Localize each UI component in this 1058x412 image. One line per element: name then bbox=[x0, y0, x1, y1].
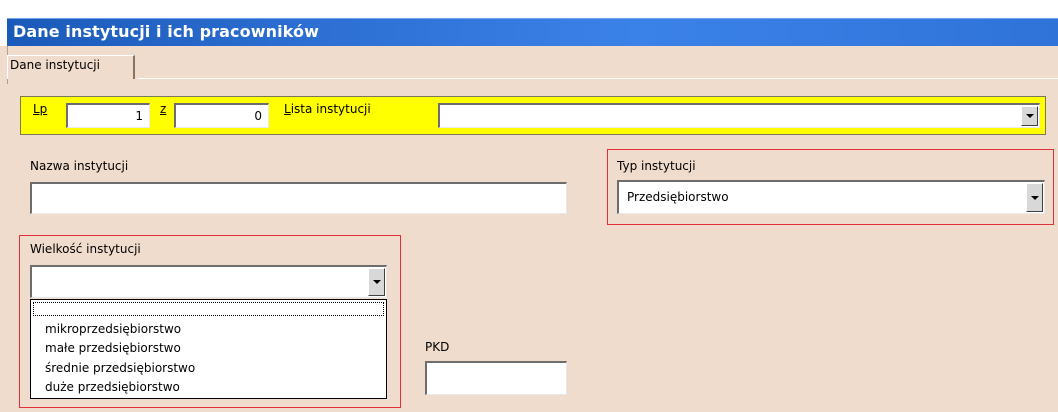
lista-instytucji-label: Lista instytucji bbox=[284, 102, 371, 116]
wielkosc-instytucji-select[interactable] bbox=[30, 265, 387, 298]
lp-field[interactable]: 1 bbox=[66, 103, 150, 128]
title-bar[interactable]: Dane instytucji i ich pracowników bbox=[7, 18, 1058, 47]
tab-strip: Dane instytucji bbox=[7, 46, 1058, 84]
lista-instytucji-dropdown-button[interactable] bbox=[1021, 106, 1038, 126]
record-navigation-bar: Lp 1 z 0 Lista instytucji bbox=[20, 96, 1046, 135]
typ-instytucji-label: Typ instytucji bbox=[617, 159, 696, 173]
chevron-down-icon bbox=[1026, 114, 1034, 118]
typ-instytucji-value: Przedsiębiorstwo bbox=[627, 190, 729, 204]
window-titlebar: Dane instytucji i ich pracowników bbox=[0, 0, 1058, 47]
dropdown-item-mikroprzedsiebiorstwo[interactable]: mikroprzedsiębiorstwo bbox=[45, 322, 181, 336]
dropdown-item-duze-przedsiebiorstwo[interactable]: duże przedsiębiorstwo bbox=[45, 380, 180, 394]
total-count-field[interactable]: 0 bbox=[174, 103, 269, 128]
dropdown-item-srednie-przedsiebiorstwo[interactable]: średnie przedsiębiorstwo bbox=[45, 361, 195, 375]
tab-label: Dane instytucji bbox=[10, 58, 100, 72]
typ-instytucji-select[interactable]: Przedsiębiorstwo bbox=[617, 180, 1045, 214]
wielkosc-instytucji-dropdown-list[interactable]: mikroprzedsiębiorstwo małe przedsiębiors… bbox=[30, 299, 387, 399]
tab-divider bbox=[138, 78, 1058, 79]
of-label: z bbox=[160, 102, 167, 116]
tab-dane-instytucji[interactable]: Dane instytucji bbox=[7, 55, 135, 79]
nazwa-instytucji-input[interactable] bbox=[30, 182, 567, 214]
wielkosc-instytucji-dropdown-button[interactable] bbox=[368, 268, 385, 296]
lp-value: 1 bbox=[135, 109, 143, 123]
dropdown-item-male-przedsiebiorstwo[interactable]: małe przedsiębiorstwo bbox=[45, 341, 181, 355]
total-count-value: 0 bbox=[254, 109, 262, 123]
pkd-input[interactable] bbox=[425, 361, 567, 395]
chevron-down-icon bbox=[1031, 195, 1039, 200]
chevron-down-icon bbox=[373, 280, 381, 284]
lista-instytucji-select[interactable] bbox=[438, 103, 1040, 128]
wielkosc-instytucji-label: Wielkość instytucji bbox=[30, 242, 141, 256]
lp-label: Lp bbox=[33, 102, 48, 116]
typ-instytucji-dropdown-button[interactable] bbox=[1026, 183, 1043, 212]
nazwa-instytucji-label: Nazwa instytucji bbox=[30, 159, 129, 173]
dropdown-item-empty[interactable] bbox=[33, 302, 384, 316]
pkd-label: PKD bbox=[425, 340, 450, 354]
window-title: Dane instytucji i ich pracowników bbox=[13, 22, 319, 41]
